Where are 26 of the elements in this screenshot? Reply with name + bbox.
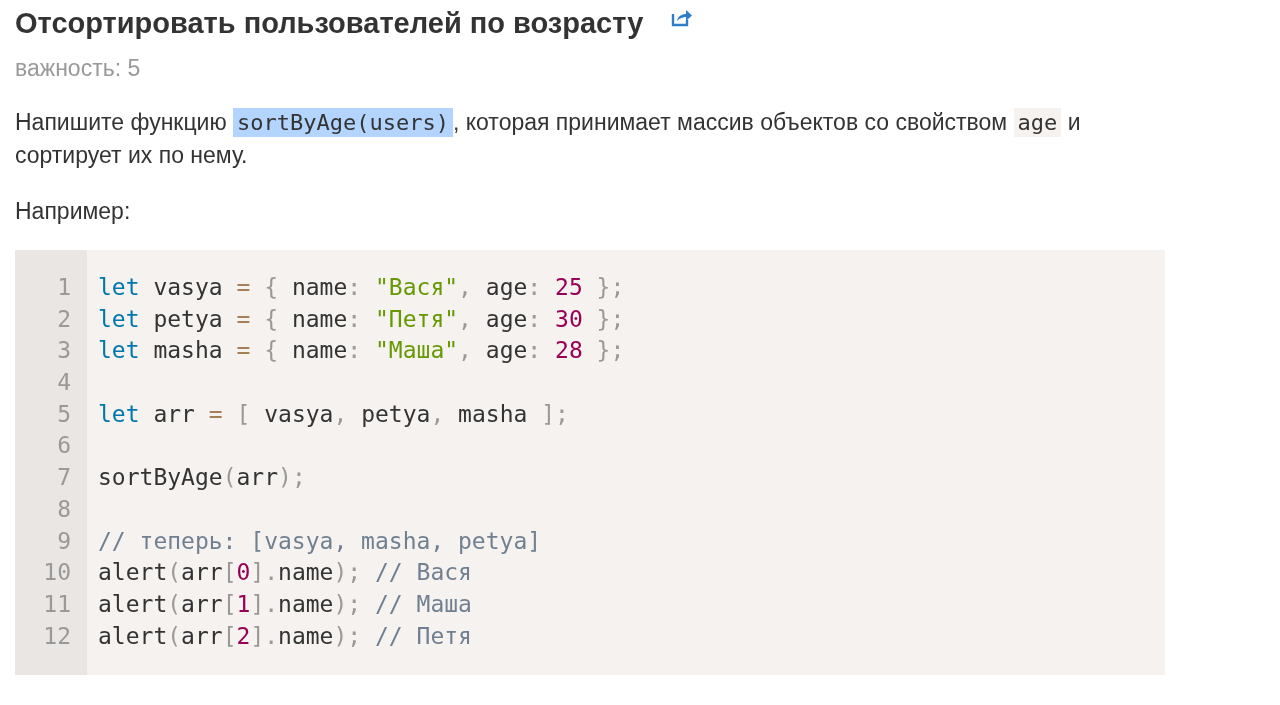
code-line: alert(arr[0].name); // Вася (98, 558, 473, 588)
code-line: sortByAge(arr); (98, 463, 307, 493)
open-external-icon[interactable] (671, 9, 694, 27)
line-number: 5 (56, 399, 72, 429)
line-number: 3 (56, 336, 72, 366)
task-description: Напишите функцию sortByAge(users) , которая принимает массив объектов со свойством age и сортирует их по нему. (15, 107, 1082, 170)
code-line: let arr = [ vasya, petya, masha ]; (98, 399, 570, 429)
line-number: 8 (56, 494, 72, 524)
importance-label: важность: 5 (15, 55, 142, 82)
line-number: 1 (56, 273, 72, 302)
line-number: 2 (56, 304, 72, 334)
code-line: alert(arr[2].name); // Петя (98, 621, 473, 651)
line-number: 12 (42, 621, 72, 651)
code-line: let masha = { name: "Маша", age: 28 }; (98, 336, 625, 366)
line-number: 7 (56, 463, 72, 493)
line-number: 11 (42, 589, 72, 619)
line-number: 6 (56, 431, 72, 461)
line-number: 4 (56, 368, 72, 398)
line-number: 10 (42, 558, 72, 588)
code-line: let vasya = { name: "Вася", age: 25 }; (98, 273, 625, 302)
code-line: let petya = { name: "Петя", age: 30 }; (98, 304, 625, 334)
code-line: alert(arr[1].name); // Маша (98, 589, 473, 619)
example-label: Например: (15, 197, 132, 226)
task-title: Отсортировать пользователей по возрасту (15, 6, 644, 40)
line-number: 9 (56, 526, 72, 556)
code-line: // теперь: [vasya, masha, petya] (98, 526, 543, 556)
